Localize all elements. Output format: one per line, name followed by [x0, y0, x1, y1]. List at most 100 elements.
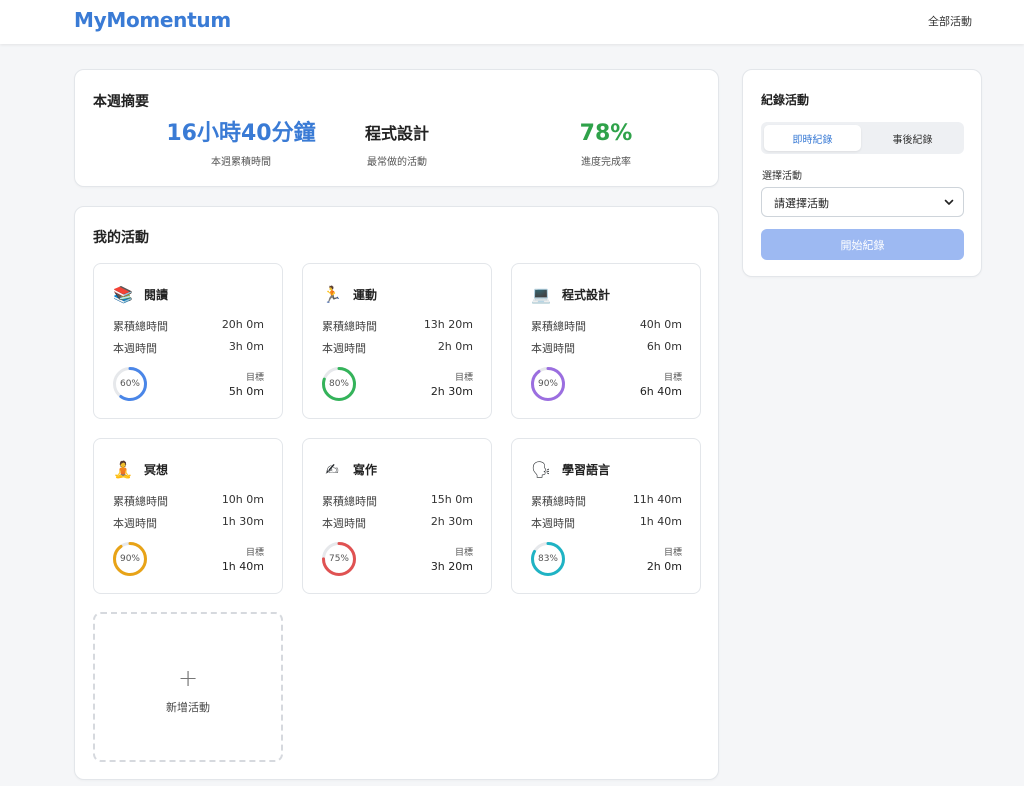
total-time-value: 40h 0m: [639, 318, 682, 331]
week-time-value: 2h 30m: [430, 515, 473, 528]
week-time-row: 本週時間 1h 40m: [531, 515, 682, 531]
total-time-row: 累積總時間 10h 0m: [113, 493, 264, 509]
total-time-row: 累積總時間 40h 0m: [531, 318, 682, 334]
top-navbar: MyMomentum 全部活動: [0, 0, 1024, 44]
week-time-value: 3h 0m: [228, 340, 264, 353]
activity-card[interactable]: 🧘 冥想累積總時間 10h 0m 本週時間 1h 30m 90% 目標 1h 40m: [93, 438, 283, 594]
laptop-icon: 💻: [531, 284, 551, 304]
goal-label: 目標: [663, 373, 682, 383]
select-value: 請選擇活動: [774, 197, 829, 210]
week-time-value: 1h 30m: [221, 515, 264, 528]
record-activity-card: 紀錄活動 即時紀錄 事後紀錄 選擇活動 請選擇活動 開始紀錄: [742, 69, 982, 277]
activity-name: 冥想: [144, 462, 169, 477]
writing-icon: ✍: [325, 459, 339, 479]
plus-icon: +: [177, 664, 199, 692]
stat-value: 78%: [579, 121, 633, 146]
activity-header: 🗣 學習語言: [531, 459, 610, 479]
week-time-row: 本週時間 2h 30m: [322, 515, 473, 531]
add-activity-button[interactable]: + 新增活動: [93, 612, 283, 762]
stat-value: 程式設計: [364, 124, 429, 143]
activity-name: 程式設計: [562, 287, 611, 302]
tab-after-record[interactable]: 事後紀錄: [864, 125, 961, 151]
activity-card[interactable]: 🏃 運動 累積總時間 13h 20m 本週時間 2h 0m 80% 目標 2h 30m: [302, 263, 492, 419]
weekly-summary-card: 本週摘要 16小時40分鐘 本週累積時間 程式設計 最常做的活動 78% 進度完…: [74, 69, 719, 187]
activity-card[interactable]: 💻 程式設計累積總時間 40h 0m 本週時間 6h 0m 90% 目標 6h 40m: [511, 263, 701, 419]
week-time-label: 本週時間: [531, 517, 575, 530]
activity-select[interactable]: 請選擇活動: [761, 187, 964, 217]
progress-percent: 90%: [537, 379, 558, 389]
week-time-value: 6h 0m: [646, 340, 682, 353]
activity-card[interactable]: 🗣 學習語言累積總時間 11h 40m 本週時間 1h 40m 83% 目標 2h 0m: [511, 438, 701, 594]
brand-logo[interactable]: MyMomentum: [74, 8, 231, 32]
stat-top-activity: 程式設計 最常做的活動: [297, 120, 497, 168]
books-icon: 📚: [113, 284, 133, 304]
record-mode-toggle: 即時紀錄 事後紀錄: [761, 122, 964, 154]
activity-name: 學習語言: [562, 462, 611, 477]
week-time-value: 2h 0m: [437, 340, 473, 353]
goal-block: 目標 2h 30m: [431, 370, 473, 398]
total-time-value: 15h 0m: [430, 493, 473, 506]
activity-card[interactable]: 📚 閱讀累積總時間 20h 0m 本週時間 3h 0m 60% 目標 5h 0m: [93, 263, 283, 419]
goal-label: 目標: [663, 548, 682, 558]
goal-label: 目標: [454, 548, 473, 558]
total-time-row: 累積總時間 11h 40m: [531, 493, 682, 509]
total-time-value: 10h 0m: [221, 493, 264, 506]
activity-header: ✍ 寫作: [322, 459, 377, 479]
week-time-row: 本週時間 3h 0m: [113, 340, 264, 356]
summary-title: 本週摘要: [93, 94, 149, 110]
select-activity-label: 選擇活動: [762, 171, 802, 182]
week-time-label: 本週時間: [113, 342, 157, 355]
goal-value: 3h 20m: [430, 560, 473, 573]
goal-block: 目標 1h 40m: [222, 545, 264, 573]
total-time-label: 累積總時間: [531, 320, 586, 333]
nav-all-activities-link[interactable]: 全部活動: [928, 13, 972, 29]
meditation-icon: 🧘: [113, 459, 133, 479]
goal-value: 2h 30m: [430, 385, 473, 398]
activities-title: 我的活動: [93, 230, 149, 246]
activity-card[interactable]: ✍ 寫作累積總時間 15h 0m 本週時間 2h 30m 75% 目標 3h 20m: [302, 438, 492, 594]
goal-block: 目標 3h 20m: [431, 545, 473, 573]
total-time-row: 累積總時間 20h 0m: [113, 318, 264, 334]
goal-value: 1h 40m: [221, 560, 264, 573]
week-time-label: 本週時間: [322, 517, 366, 530]
stat-completion-rate: 78% 進度完成率: [506, 120, 706, 168]
record-title: 紀錄活動: [761, 93, 810, 107]
goal-block: 目標 5h 0m: [229, 370, 264, 398]
week-time-row: 本週時間 1h 30m: [113, 515, 264, 531]
total-time-value: 11h 40m: [632, 493, 682, 506]
stat-label: 最常做的活動: [367, 157, 427, 168]
total-time-row: 累積總時間 15h 0m: [322, 493, 473, 509]
runner-icon: 🏃: [322, 284, 342, 304]
week-time-label: 本週時間: [113, 517, 157, 530]
my-activities-card: 我的活動 📚 閱讀累積總時間 20h 0m 本週時間 3h 0m 60% 目標 5h 0m 🏃 運…: [74, 206, 719, 780]
goal-label: 目標: [454, 373, 473, 383]
total-time-value: 20h 0m: [221, 318, 264, 331]
goal-block: 目標 2h 0m: [647, 545, 682, 573]
progress-percent: 60%: [119, 379, 140, 389]
week-time-row: 本週時間 6h 0m: [531, 340, 682, 356]
speaking-head-icon: 🗣: [530, 459, 552, 479]
week-time-label: 本週時間: [322, 342, 366, 355]
week-time-label: 本週時間: [531, 342, 575, 355]
goal-value: 5h 0m: [228, 385, 264, 398]
progress-percent: 80%: [328, 379, 349, 389]
activity-name: 閱讀: [144, 287, 169, 302]
progress-percent: 83%: [537, 554, 558, 564]
activity-header: 💻 程式設計: [531, 284, 610, 304]
total-time-label: 累積總時間: [113, 320, 168, 333]
tab-live-record[interactable]: 即時紀錄: [764, 125, 861, 151]
add-activity-label: 新增活動: [166, 701, 210, 714]
week-time-value: 1h 40m: [639, 515, 682, 528]
progress-percent: 75%: [328, 554, 349, 564]
chevron-down-icon: [944, 199, 954, 205]
total-time-label: 累積總時間: [113, 495, 168, 508]
progress-percent: 90%: [119, 554, 140, 564]
activity-header: 🧘 冥想: [113, 459, 168, 479]
activity-header: 🏃 運動: [322, 284, 377, 304]
activity-header: 📚 閱讀: [113, 284, 168, 304]
goal-block: 目標 6h 40m: [640, 370, 682, 398]
goal-label: 目標: [245, 373, 264, 383]
start-record-button[interactable]: 開始紀錄: [761, 229, 964, 260]
total-time-label: 累積總時間: [322, 495, 377, 508]
activity-name: 寫作: [353, 462, 378, 477]
